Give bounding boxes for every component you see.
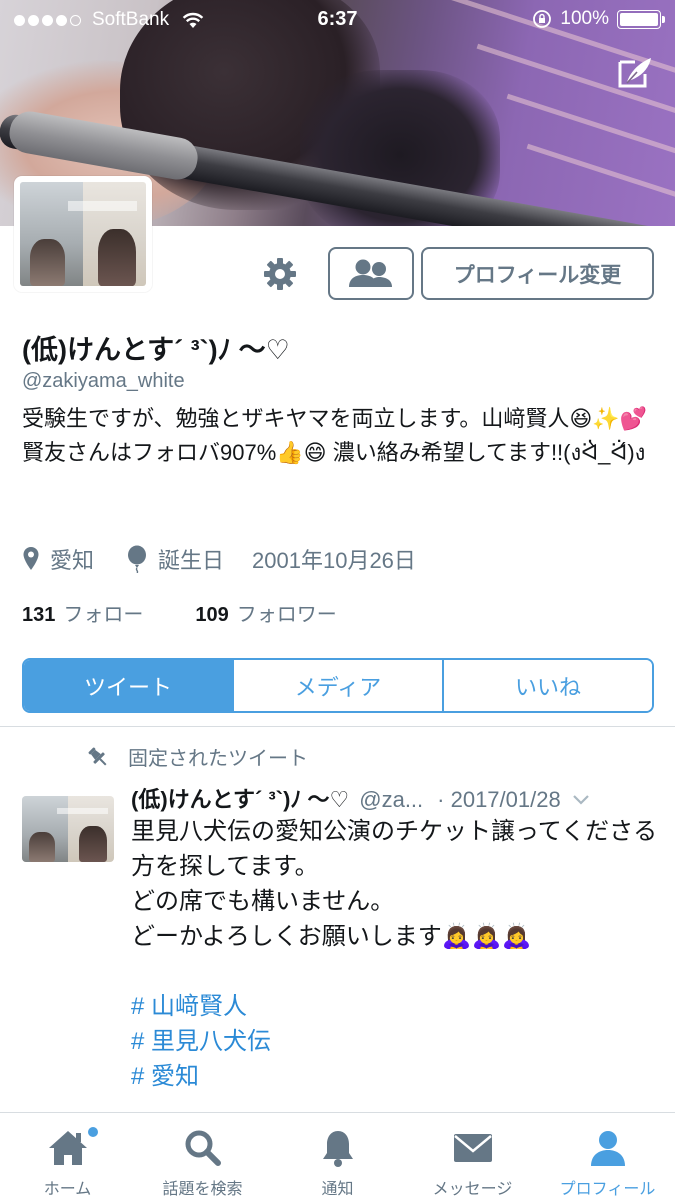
tab-likes[interactable]: いいね [442, 660, 652, 711]
settings-gear-button[interactable] [258, 252, 302, 296]
battery-percent: 100% [560, 8, 609, 29]
following-count: 131 [22, 604, 56, 626]
home-icon [48, 1131, 87, 1165]
tweet-date: · 2017/01/28 [437, 787, 561, 812]
person-icon [590, 1131, 625, 1166]
profile-bio: 受験生ですが、勉強とザキヤマを両立します。山﨑賢人😆✨💕 賢友さんはフォロバ90… [22, 406, 648, 465]
people-icon [349, 259, 392, 287]
unread-dot [88, 1127, 98, 1137]
nav-notifications[interactable]: 通知 [270, 1113, 405, 1200]
search-icon [185, 1130, 221, 1166]
gear-icon [264, 258, 296, 290]
tab-media[interactable]: メディア [232, 660, 442, 711]
pinned-label: 固定されたツイート [128, 748, 308, 770]
location: 愛知 [22, 543, 94, 575]
following-label: フォロー [63, 604, 144, 626]
chevron-down-icon[interactable] [571, 793, 591, 807]
nav-messages[interactable]: メッセージ [405, 1113, 540, 1200]
profile-name: (低)けんとす´ ³`)ﾉ 〜♡ [22, 335, 290, 365]
birthday: 誕生日 2001年10月26日 [126, 543, 416, 575]
tweet-body: 里見八犬伝の愛知公演のチケット譲ってくださる方を探してます。 どの席でも構いませ… [131, 814, 661, 1094]
location-pin-icon [23, 547, 39, 570]
nav-search-label: 話題を検索 [162, 1181, 243, 1198]
people-button[interactable] [328, 247, 414, 300]
compose-tweet-icon[interactable] [615, 52, 657, 94]
tweet-author-handle: @za... [359, 787, 424, 812]
nav-home-label: ホーム [43, 1181, 92, 1198]
profile-handle: @zakiyama_white [22, 370, 185, 392]
following-link[interactable]: 131 フォロー [22, 598, 143, 627]
hashtag-link[interactable]: # 里見八犬伝 [131, 1024, 661, 1059]
followers-count: 109 [195, 604, 229, 626]
tweet-line: 里見八犬伝の愛知公演のチケット譲ってくださる方を探してます。 [131, 818, 658, 880]
nav-profile[interactable]: プロフィール [540, 1113, 675, 1200]
location-text: 愛知 [50, 548, 95, 573]
hashtag-link[interactable]: # 愛知 [131, 1059, 661, 1094]
profile-avatar[interactable] [14, 176, 152, 292]
tweet-author-name: (低)けんとす´ ³`)ﾉ 〜♡ [131, 787, 350, 812]
nav-messages-label: メッセージ [432, 1181, 513, 1198]
edit-profile-button[interactable]: プロフィール変更 [421, 247, 654, 300]
nav-notifications-label: 通知 [321, 1181, 354, 1198]
followers-label: フォロワー [236, 604, 337, 626]
tweet-line: どの席でも構いません。 [131, 888, 395, 915]
nav-profile-label: プロフィール [559, 1181, 656, 1198]
follow-counts: 131 フォロー 109 フォロワー [22, 598, 337, 627]
balloon-icon [128, 545, 147, 573]
tweet-line: どーかよろしくお願いします🙇‍♀️🙇‍♀️🙇‍♀️ [131, 923, 532, 950]
battery-icon [617, 9, 665, 29]
tweet-header: (低)けんとす´ ³`)ﾉ 〜♡ @za... · 2017/01/28 [131, 782, 661, 814]
nav-home[interactable]: ホーム [0, 1113, 135, 1200]
status-bar: SoftBank 6:37 100% [0, 0, 675, 40]
rotation-lock-icon [533, 10, 552, 28]
pinned-indicator: 固定されたツイート [86, 742, 308, 771]
profile-tabs: ツイート メディア いいね [22, 658, 654, 713]
birthday-date: 2001年10月26日 [252, 548, 416, 573]
profile-meta: 愛知 誕生日 2001年10月26日 [22, 543, 448, 575]
birthday-label: 誕生日 [158, 548, 225, 573]
pin-icon [88, 747, 107, 765]
envelope-icon [453, 1134, 492, 1162]
bell-icon [322, 1131, 353, 1167]
nav-search[interactable]: 話題を検索 [135, 1113, 270, 1200]
tab-tweets[interactable]: ツイート [24, 660, 232, 711]
hashtag-link[interactable]: # 山﨑賢人 [131, 989, 661, 1024]
tweet-avatar[interactable] [22, 796, 114, 862]
divider [0, 726, 675, 727]
bottom-tab-bar: ホーム 話題を検索 通知 メッセージ プロフィール [0, 1112, 675, 1200]
followers-link[interactable]: 109 フォロワー [195, 598, 336, 627]
